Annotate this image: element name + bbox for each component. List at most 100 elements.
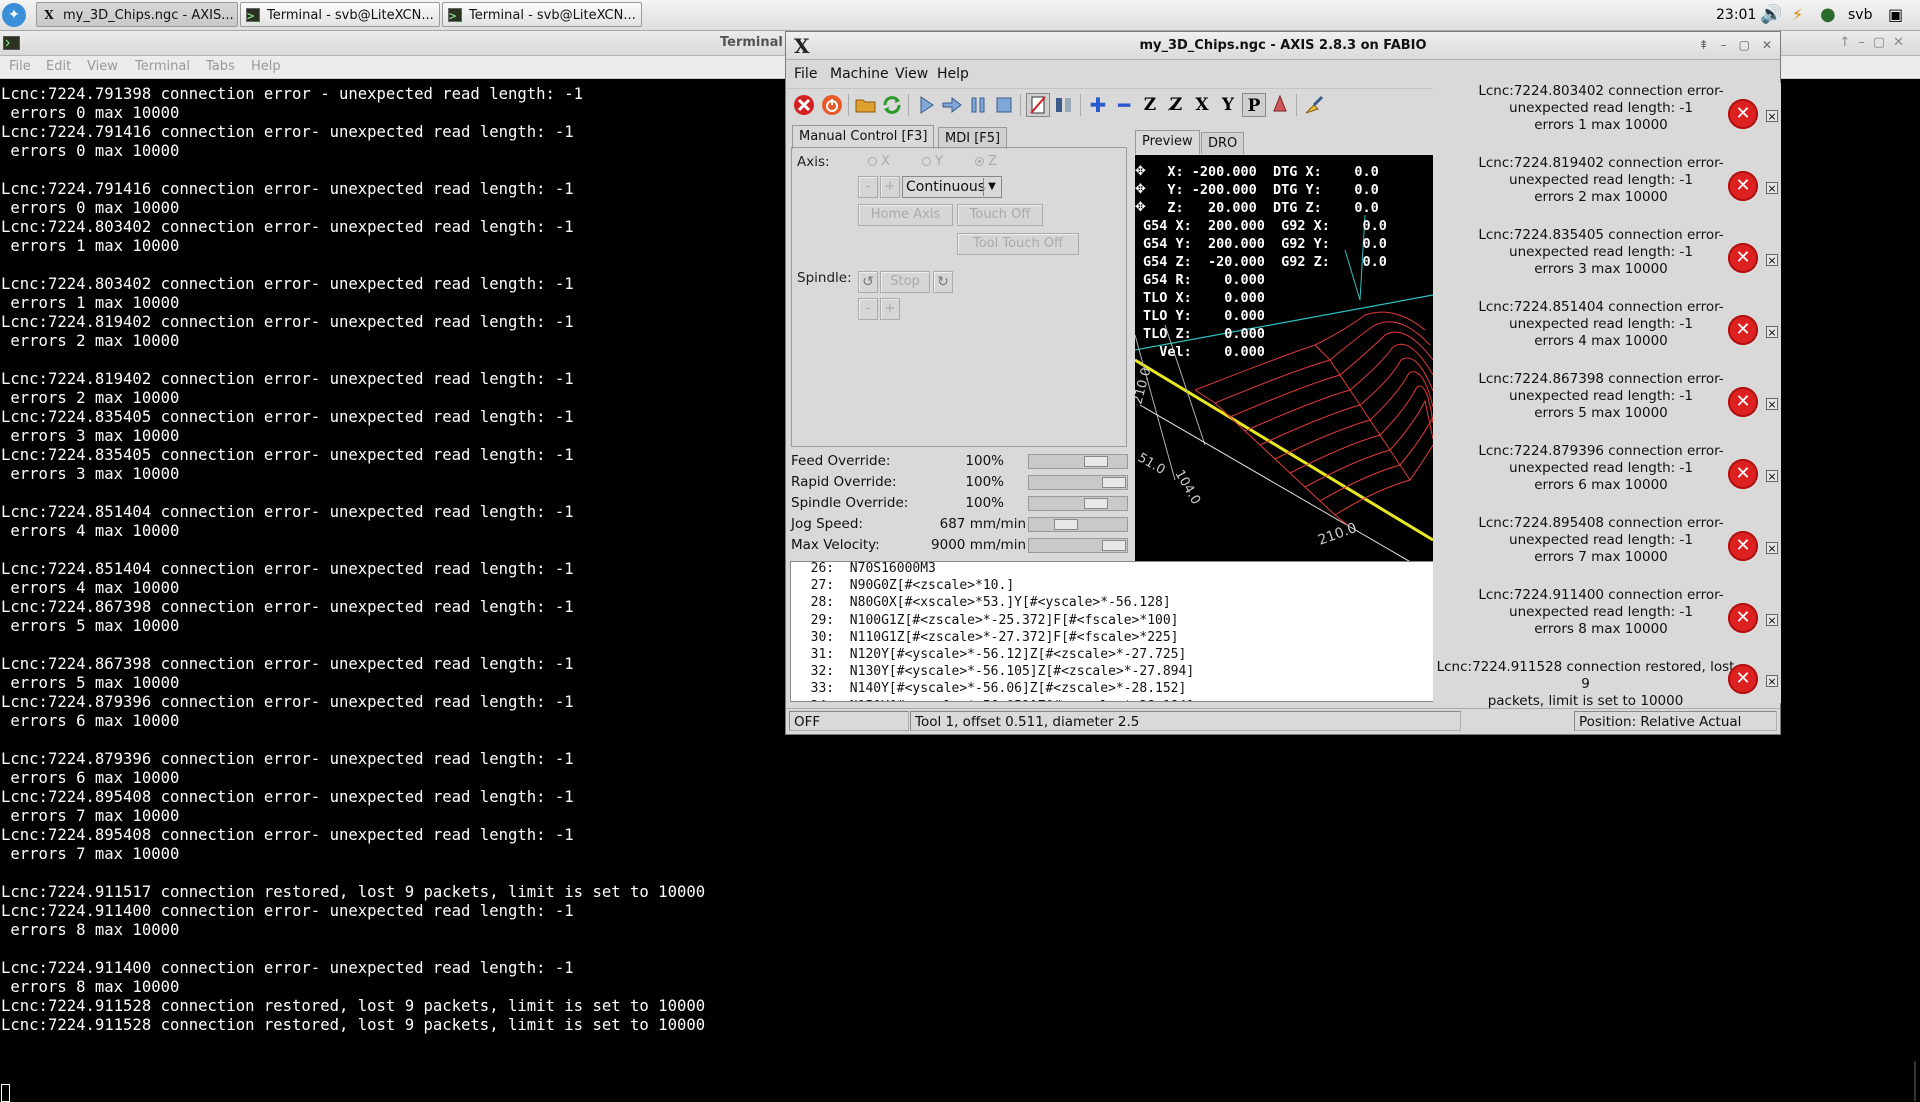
gcode-text[interactable]: 26: N70S16000M3 27: N90G0Z[#<zscale>*10.… [795, 562, 1195, 701]
block-delete-icon[interactable] [1026, 93, 1050, 117]
toolpath-preview[interactable]: 104.0 210.0 51.0 210.0 ✥ ✥ ✥ X: -200.000… [1135, 155, 1433, 582]
user-name[interactable]: svb [1848, 0, 1872, 30]
clear-plot-icon[interactable] [1302, 93, 1326, 117]
close-icon[interactable]: × [1766, 675, 1778, 687]
minimize-icon[interactable]: – [1721, 38, 1727, 52]
close-icon[interactable]: × [1766, 398, 1778, 410]
axis-titlebar[interactable]: X my_3D_Chips.ngc - AXIS 2.8.3 on FABIO … [786, 32, 1780, 60]
reload-icon[interactable] [880, 93, 904, 117]
jog-minus-button[interactable]: - [858, 176, 878, 198]
spindle-ccw-icon[interactable]: ↺ [858, 271, 878, 293]
touch-off-button[interactable]: Touch Off [957, 204, 1043, 226]
battery-icon[interactable]: ⚡ [1792, 0, 1803, 30]
spindle-minus-button[interactable]: - [858, 298, 878, 320]
gcode-listing[interactable]: 26: N70S16000M3 27: N90G0Z[#<zscale>*10.… [790, 561, 1434, 702]
shade-icon[interactable]: ⇞ [1699, 38, 1709, 52]
terminal-icon [3, 36, 20, 50]
window-controls[interactable]: ⇞ – ▢ ✕ [1687, 32, 1772, 59]
terminal-scrollbar[interactable] [1914, 1061, 1916, 1101]
jog-mode-select[interactable]: Continuous ▼ [902, 176, 1002, 198]
feed-override-slider[interactable] [1028, 454, 1128, 469]
close-icon[interactable]: × [1766, 614, 1778, 626]
slider-knob[interactable] [1084, 498, 1108, 509]
view-x-icon[interactable]: X [1190, 93, 1214, 117]
spindle-plus-button[interactable]: + [880, 298, 900, 320]
notification: Lcnc:7224.803402 connection error- unexp… [1433, 83, 1781, 155]
maximize-icon[interactable]: ▢ [1739, 38, 1750, 52]
view-perspective-icon[interactable]: P [1242, 93, 1266, 117]
clock[interactable]: 23:01 [1716, 0, 1756, 30]
tab-mdi[interactable]: MDI [F5] [938, 127, 1008, 149]
close-icon[interactable]: ✕ [1762, 38, 1772, 52]
axis-radio-x[interactable]: X [868, 154, 890, 169]
pause-icon[interactable] [966, 93, 990, 117]
menu-file[interactable]: File [794, 60, 817, 88]
spindle-stop-button[interactable]: Stop [880, 271, 930, 293]
tab-dro[interactable]: DRO [1201, 132, 1245, 154]
taskbar-task-terminal-1[interactable]: >_ Terminal - svb@LiteXCN... [240, 2, 440, 27]
menu-tabs[interactable]: Tabs [206, 56, 235, 78]
menu-help[interactable]: Help [937, 60, 969, 88]
spindle-cw-icon[interactable]: ↻ [933, 271, 953, 293]
network-icon[interactable]: ● [1820, 0, 1836, 30]
zoom-out-icon[interactable]: ━ [1112, 93, 1136, 117]
menu-view[interactable]: View [87, 56, 118, 78]
close-icon[interactable]: × [1766, 542, 1778, 554]
manual-control-panel: Axis: X Y Z - + Continuous ▼ Home Axis T… [791, 147, 1127, 447]
rapid-override-slider[interactable] [1028, 475, 1128, 490]
slider-knob[interactable] [1102, 477, 1126, 488]
toggle-tool-icon[interactable] [1268, 93, 1292, 117]
notification-text: Lcnc:7224.803402 connection error- unexp… [1478, 83, 1724, 133]
slider-knob[interactable] [1102, 540, 1126, 551]
notification: Lcnc:7224.911400 connection error- unexp… [1433, 587, 1781, 659]
spindle-override-slider[interactable] [1028, 496, 1128, 511]
axis-label: Axis: [797, 154, 830, 170]
zoom-in-icon[interactable]: ✚ [1086, 93, 1110, 117]
volume-icon[interactable]: 🔊 [1760, 0, 1782, 30]
slider-knob[interactable] [1084, 456, 1108, 467]
home-axis-button[interactable]: Home Axis [858, 204, 953, 226]
view-z-rotated-icon[interactable]: Z̸ [1164, 93, 1188, 117]
slider-knob[interactable] [1054, 519, 1079, 530]
menu-view[interactable]: View [895, 60, 928, 88]
taskbar-task-axis[interactable]: X my_3D_Chips.ngc - AXIS... [36, 2, 238, 27]
open-file-icon[interactable] [854, 93, 878, 117]
chevron-down-icon: ▼ [983, 178, 1000, 196]
estop-icon[interactable] [792, 93, 816, 117]
close-icon[interactable]: × [1766, 182, 1778, 194]
axis-radio-z[interactable]: Z [975, 154, 997, 169]
step-icon[interactable] [940, 93, 964, 117]
tab-manual-control[interactable]: Manual Control [F3] [792, 125, 935, 149]
menu-help[interactable]: Help [251, 56, 281, 78]
terminal-output[interactable]: Lcnc:7224.791398 connection error - unex… [1, 85, 781, 1035]
x-icon: X [44, 8, 54, 22]
axis-radio-y[interactable]: Y [922, 154, 943, 169]
stop-icon[interactable] [992, 93, 1016, 117]
menu-file[interactable]: File [9, 56, 31, 78]
view-z-icon[interactable]: Z [1138, 93, 1162, 117]
taskbar-task-terminal-2[interactable]: >_ Terminal - svb@LiteXCN... [442, 2, 642, 27]
close-icon[interactable]: × [1766, 326, 1778, 338]
terminal-icon: >_ [448, 8, 464, 23]
jog-speed-slider[interactable] [1028, 517, 1128, 532]
tab-preview[interactable]: Preview [1135, 130, 1200, 154]
power-icon[interactable] [820, 93, 844, 117]
window-controls[interactable]: ↑–▢✕ [1839, 31, 1912, 55]
menu-machine[interactable]: Machine [830, 60, 889, 88]
show-desktop-icon[interactable]: ▣ [1888, 0, 1903, 30]
preview-dim-label: 104.0 [1172, 468, 1204, 508]
close-icon[interactable]: × [1766, 110, 1778, 122]
close-icon[interactable]: × [1766, 254, 1778, 266]
optional-stop-icon[interactable] [1052, 93, 1076, 117]
run-icon[interactable] [914, 93, 938, 117]
tool-touch-off-button[interactable]: Tool Touch Off [957, 233, 1079, 255]
start-menu-button[interactable]: ✦ [2, 3, 26, 27]
view-y-icon[interactable]: Y [1216, 93, 1240, 117]
menu-terminal[interactable]: Terminal [135, 56, 190, 78]
close-icon[interactable]: × [1766, 470, 1778, 482]
terminal-icon: >_ [246, 8, 262, 23]
jog-speed-value: 687 mm/min [939, 516, 1026, 532]
jog-plus-button[interactable]: + [880, 176, 900, 198]
max-velocity-slider[interactable] [1028, 538, 1128, 553]
menu-edit[interactable]: Edit [46, 56, 71, 78]
